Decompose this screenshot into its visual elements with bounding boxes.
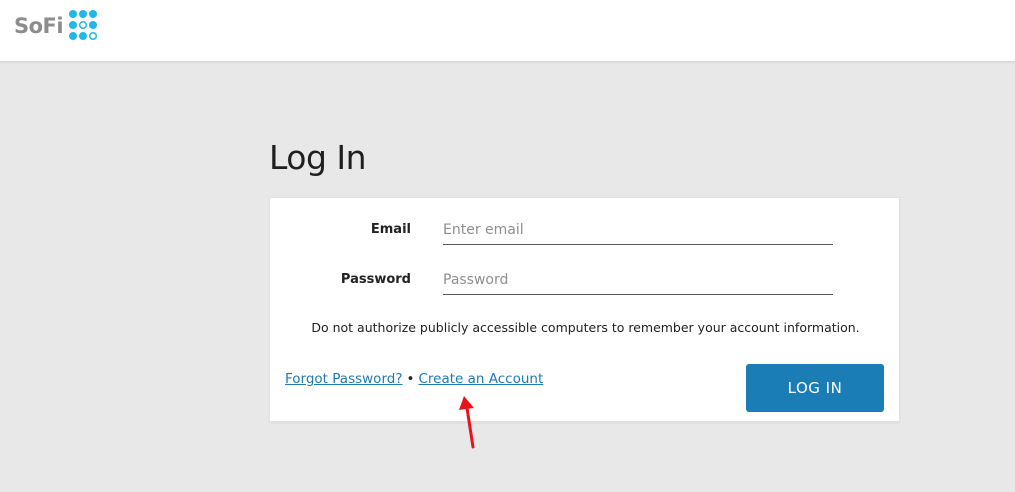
link-separator: •	[406, 371, 415, 387]
create-account-link[interactable]: Create an Account	[418, 371, 543, 387]
page-title: Log In	[269, 138, 367, 177]
login-button[interactable]: LOG IN	[746, 364, 884, 412]
password-input[interactable]	[443, 265, 833, 295]
forgot-password-link[interactable]: Forgot Password?	[285, 371, 403, 387]
sofi-dots-icon	[69, 10, 98, 41]
sofi-logo[interactable]: SoFi	[14, 9, 101, 43]
email-input[interactable]	[443, 215, 833, 245]
red-arrow-icon	[459, 396, 475, 449]
security-notice: Do not authorize publicly accessible com…	[311, 320, 860, 335]
password-label: Password	[340, 272, 411, 287]
account-links: Forgot Password? • Create an Account	[285, 371, 543, 387]
email-label: Email	[370, 222, 411, 237]
top-navigation-bar: SoFi	[0, 0, 1015, 62]
login-form-card: Email Password Do not authorize publicly…	[269, 197, 900, 422]
logo-text: SoFi	[14, 14, 64, 38]
